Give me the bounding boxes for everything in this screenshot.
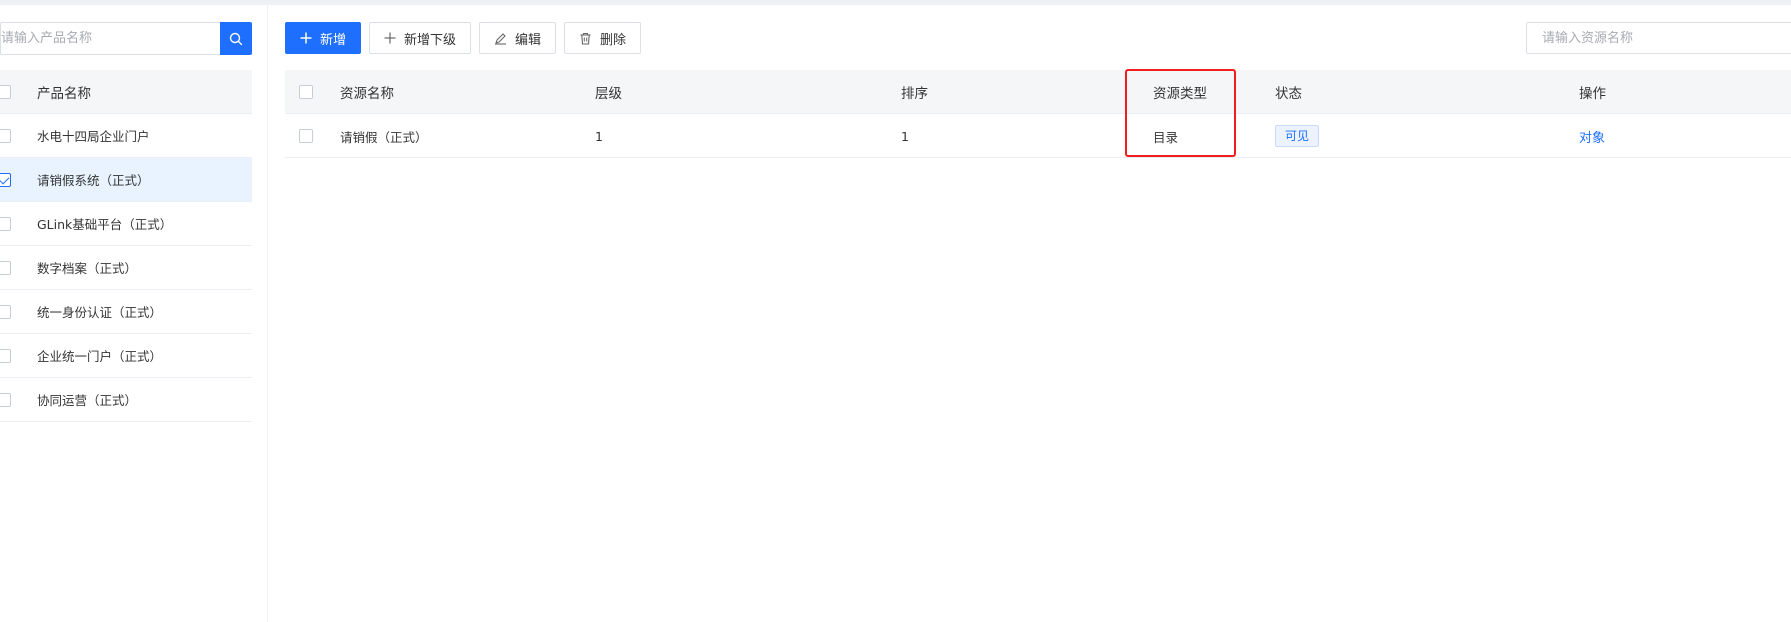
column-header-type: 资源类型 xyxy=(1153,86,1207,102)
resource-table-header: 资源名称 层级 排序 资源类型 状态 操作 xyxy=(285,70,1791,114)
product-search-button[interactable] xyxy=(220,22,252,55)
delete-button-label: 删除 xyxy=(600,32,627,48)
resource-table: 资源名称 层级 排序 资源类型 状态 操作 请销假（正式） 1 1 目录 可见 … xyxy=(285,70,1791,158)
object-link[interactable]: 对象 xyxy=(1579,127,1605,146)
product-row-label: 协同运营（正式） xyxy=(37,393,138,408)
product-row[interactable]: 请销假系统（正式） xyxy=(0,158,252,202)
product-row[interactable]: 协同运营（正式） xyxy=(0,378,252,422)
column-header-level: 层级 xyxy=(595,86,622,102)
resource-row-checkbox[interactable] xyxy=(299,129,313,143)
product-row[interactable]: 统一身份认证（正式） xyxy=(0,290,252,334)
resource-name-cell: 请销假（正式） xyxy=(340,129,428,145)
add-button[interactable]: 新增 xyxy=(285,22,362,54)
product-row-checkbox[interactable] xyxy=(0,392,11,407)
table-row[interactable]: 请销假（正式） 1 1 目录 可见 对象 xyxy=(285,114,1791,158)
resource-search-box xyxy=(1526,22,1791,54)
product-select-all-checkbox[interactable] xyxy=(0,84,11,99)
column-header-status: 状态 xyxy=(1275,86,1302,102)
product-row-checkbox[interactable] xyxy=(0,216,11,231)
product-row-checkbox[interactable] xyxy=(0,172,11,187)
search-icon xyxy=(229,32,243,45)
product-row-label: 请销假系统（正式） xyxy=(37,173,150,188)
product-search-box xyxy=(0,22,252,55)
plus-icon xyxy=(384,32,396,44)
product-row-label: 数字档案（正式） xyxy=(37,261,138,276)
product-row[interactable]: 企业统一门户（正式） xyxy=(0,334,252,378)
product-row[interactable]: 数字档案（正式） xyxy=(0,246,252,290)
pencil-icon xyxy=(495,32,507,45)
product-row-label: 统一身份认证（正式） xyxy=(37,305,163,320)
product-row-label: GLink基础平台（正式） xyxy=(37,217,173,232)
resource-select-all-checkbox[interactable] xyxy=(299,85,313,99)
product-list-header: 产品名称 xyxy=(0,70,252,114)
resource-level-cell: 1 xyxy=(595,128,603,144)
column-header-action: 操作 xyxy=(1579,86,1606,102)
product-panel: 产品名称 水电十四局企业门户 请销假系统（正式） GLink基础平台（正式） 数… xyxy=(0,5,268,622)
product-row[interactable]: GLink基础平台（正式） xyxy=(0,202,252,246)
resource-search-input[interactable] xyxy=(1527,23,1777,53)
product-name-header: 产品名称 xyxy=(37,85,91,102)
product-list: 产品名称 水电十四局企业门户 请销假系统（正式） GLink基础平台（正式） 数… xyxy=(0,70,252,422)
resource-type-cell: 目录 xyxy=(1153,129,1179,145)
product-row-checkbox[interactable] xyxy=(0,128,11,143)
plus-icon xyxy=(300,32,312,44)
edit-button-label: 编辑 xyxy=(515,32,542,48)
resource-toolbar: 新增 新增下级 编辑 删除 xyxy=(285,22,642,54)
product-row[interactable]: 水电十四局企业门户 xyxy=(0,114,252,158)
product-row-label: 企业统一门户（正式） xyxy=(37,349,163,364)
column-header-name: 资源名称 xyxy=(340,86,394,102)
product-row-label: 水电十四局企业门户 xyxy=(37,129,150,144)
delete-button[interactable]: 删除 xyxy=(564,22,642,54)
product-row-checkbox[interactable] xyxy=(0,304,11,319)
edit-button[interactable]: 编辑 xyxy=(479,22,557,54)
column-header-order: 排序 xyxy=(901,86,928,102)
status-badge: 可见 xyxy=(1275,125,1320,147)
resource-order-cell: 1 xyxy=(901,128,909,144)
product-row-checkbox[interactable] xyxy=(0,348,11,363)
add-child-button-label: 新增下级 xyxy=(404,32,457,48)
add-child-button[interactable]: 新增下级 xyxy=(369,22,472,54)
add-button-label: 新增 xyxy=(320,32,347,48)
product-search-input[interactable] xyxy=(1,23,219,54)
trash-icon xyxy=(580,32,591,45)
top-bar xyxy=(0,0,1791,5)
product-row-checkbox[interactable] xyxy=(0,260,11,275)
